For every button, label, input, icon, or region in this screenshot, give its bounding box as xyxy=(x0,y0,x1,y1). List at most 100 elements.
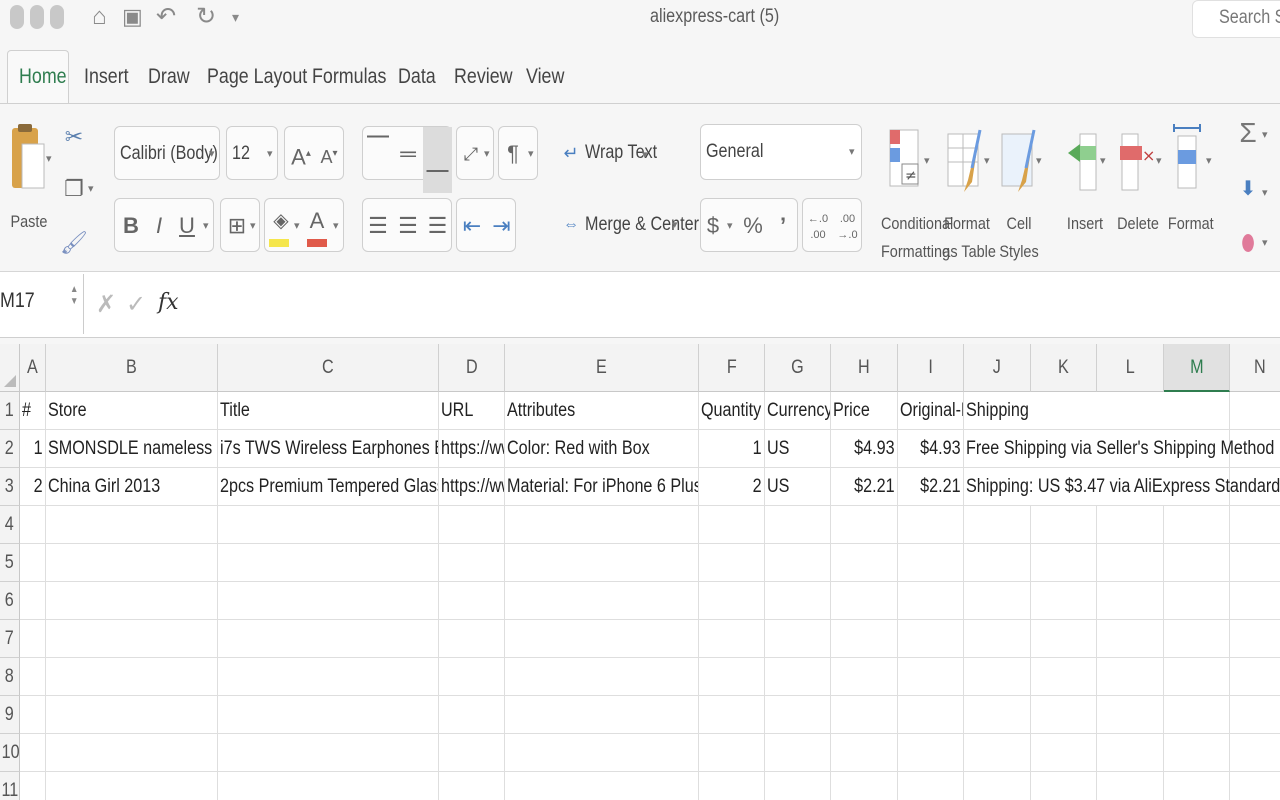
column-header-b[interactable]: B xyxy=(46,344,218,392)
cell-e4[interactable] xyxy=(505,506,699,544)
row-header-5[interactable]: 5 xyxy=(0,544,20,582)
cell-c8[interactable] xyxy=(218,658,439,696)
autosum-icon[interactable]: Σ xyxy=(1236,106,1260,160)
cell-b9[interactable] xyxy=(46,696,218,734)
cell-j10[interactable] xyxy=(964,734,1031,772)
cell-n5[interactable] xyxy=(1230,544,1280,582)
paste-dropdown-icon[interactable]: ▾ xyxy=(46,152,52,165)
cell-n6[interactable] xyxy=(1230,582,1280,620)
cell-c1[interactable]: Title xyxy=(218,392,439,430)
font-color-dropdown-icon[interactable]: ▾ xyxy=(333,219,339,232)
save-icon[interactable]: ▣ xyxy=(122,2,143,32)
cell-c2[interactable]: i7s TWS Wireless Earphones Bluetooth hea… xyxy=(218,430,439,468)
conditional-formatting-button[interactable]: ≠ ▾ Conditional Formatting xyxy=(880,128,953,268)
column-header-m[interactable]: M xyxy=(1164,344,1230,392)
tab-review[interactable]: Review xyxy=(454,50,513,104)
align-bottom-icon[interactable]: ⎽ xyxy=(423,127,452,193)
cell-b1[interactable]: Store xyxy=(46,392,218,430)
cell-f2[interactable]: 1 xyxy=(699,430,765,468)
tab-formulas[interactable]: Formulas xyxy=(312,50,386,104)
cell-l8[interactable] xyxy=(1097,658,1164,696)
cell-g4[interactable] xyxy=(765,506,831,544)
cell-j1[interactable]: Shipping xyxy=(964,392,1230,430)
close-window-button[interactable] xyxy=(10,5,24,29)
name-box-stepper-icon[interactable]: ▲ ▼ xyxy=(70,284,78,308)
cell-i8[interactable] xyxy=(898,658,964,696)
decrease-decimal-icon[interactable]: .00 →.0 xyxy=(833,199,862,243)
autosum-dropdown-icon[interactable]: ▾ xyxy=(1262,128,1268,141)
cell-l5[interactable] xyxy=(1097,544,1164,582)
spreadsheet-grid[interactable]: A B C D E F G H I J K L M N 1 # Store Title URL Attributes Q… xyxy=(0,344,1280,800)
row-header-10[interactable]: 10 xyxy=(0,734,20,772)
cell-l11[interactable] xyxy=(1097,772,1164,800)
cell-k7[interactable] xyxy=(1031,620,1097,658)
cell-e5[interactable] xyxy=(505,544,699,582)
cell-h3[interactable]: $2.21 xyxy=(831,468,898,506)
cell-k10[interactable] xyxy=(1031,734,1097,772)
cell-f7[interactable] xyxy=(699,620,765,658)
cell-c5[interactable] xyxy=(218,544,439,582)
underline-dropdown-icon[interactable]: ▾ xyxy=(203,219,209,232)
fill-down-icon[interactable]: ⬇ xyxy=(1236,162,1260,216)
cell-h8[interactable] xyxy=(831,658,898,696)
currency-button[interactable]: $ xyxy=(701,199,725,253)
cell-h7[interactable] xyxy=(831,620,898,658)
cell-e6[interactable] xyxy=(505,582,699,620)
align-center-icon[interactable]: ☰ xyxy=(393,199,423,253)
copy-dropdown-icon[interactable]: ▾ xyxy=(88,182,94,195)
cell-k6[interactable] xyxy=(1031,582,1097,620)
column-header-a[interactable]: A xyxy=(20,344,46,392)
cell-g9[interactable] xyxy=(765,696,831,734)
cell-e2[interactable]: Color: Red with Box xyxy=(505,430,699,468)
cell-c9[interactable] xyxy=(218,696,439,734)
font-size-dropdown[interactable]: 12 ▾ xyxy=(226,126,278,180)
cell-j6[interactable] xyxy=(964,582,1031,620)
align-right-icon[interactable]: ☰ xyxy=(423,199,452,253)
cell-f8[interactable] xyxy=(699,658,765,696)
column-header-j[interactable]: J xyxy=(964,344,1031,392)
decrease-indent-icon[interactable]: ⇤ xyxy=(457,199,487,253)
row-header-4[interactable]: 4 xyxy=(0,506,20,544)
fill-color-icon[interactable]: ◈ xyxy=(267,199,295,243)
cell-c11[interactable] xyxy=(218,772,439,800)
cell-a1[interactable]: # xyxy=(20,392,46,430)
cell-f10[interactable] xyxy=(699,734,765,772)
cell-h10[interactable] xyxy=(831,734,898,772)
cell-l10[interactable] xyxy=(1097,734,1164,772)
cell-l6[interactable] xyxy=(1097,582,1164,620)
cell-j5[interactable] xyxy=(964,544,1031,582)
cell-m9[interactable] xyxy=(1164,696,1230,734)
cell-c3[interactable]: 2pcs Premium Tempered Glass For iPhone 6… xyxy=(218,468,439,506)
column-header-n[interactable]: N xyxy=(1230,344,1280,392)
enter-formula-icon[interactable]: ✓ xyxy=(126,290,146,319)
column-header-c[interactable]: C xyxy=(218,344,439,392)
tab-view[interactable]: View xyxy=(526,50,564,104)
cell-e1[interactable]: Attributes xyxy=(505,392,699,430)
redo-icon[interactable]: ↻ xyxy=(196,2,216,32)
cell-a10[interactable] xyxy=(20,734,46,772)
currency-dropdown-icon[interactable]: ▾ xyxy=(727,219,733,232)
cell-d4[interactable] xyxy=(439,506,505,544)
cell-m11[interactable] xyxy=(1164,772,1230,800)
cell-h1[interactable]: Price xyxy=(831,392,898,430)
increase-decimal-icon[interactable]: ←.0.00 xyxy=(803,199,833,243)
cell-b4[interactable] xyxy=(46,506,218,544)
cell-f1[interactable]: Quantity xyxy=(699,392,765,430)
cell-n10[interactable] xyxy=(1230,734,1280,772)
cell-n7[interactable] xyxy=(1230,620,1280,658)
cell-f6[interactable] xyxy=(699,582,765,620)
cell-styles-button[interactable]: ▾ Cell Styles xyxy=(996,128,1046,268)
row-header-6[interactable]: 6 xyxy=(0,582,20,620)
cell-n11[interactable] xyxy=(1230,772,1280,800)
cell-d10[interactable] xyxy=(439,734,505,772)
cell-n8[interactable] xyxy=(1230,658,1280,696)
increase-indent-icon[interactable]: ⇥ xyxy=(487,199,516,253)
tab-draw[interactable]: Draw xyxy=(148,50,190,104)
cell-l4[interactable] xyxy=(1097,506,1164,544)
cell-h11[interactable] xyxy=(831,772,898,800)
tab-data[interactable]: Data xyxy=(398,50,436,104)
percent-button[interactable]: % xyxy=(739,199,767,253)
cell-e11[interactable] xyxy=(505,772,699,800)
undo-icon[interactable]: ↶ xyxy=(156,2,176,32)
customize-toolbar-icon[interactable]: ▾ xyxy=(232,2,239,32)
